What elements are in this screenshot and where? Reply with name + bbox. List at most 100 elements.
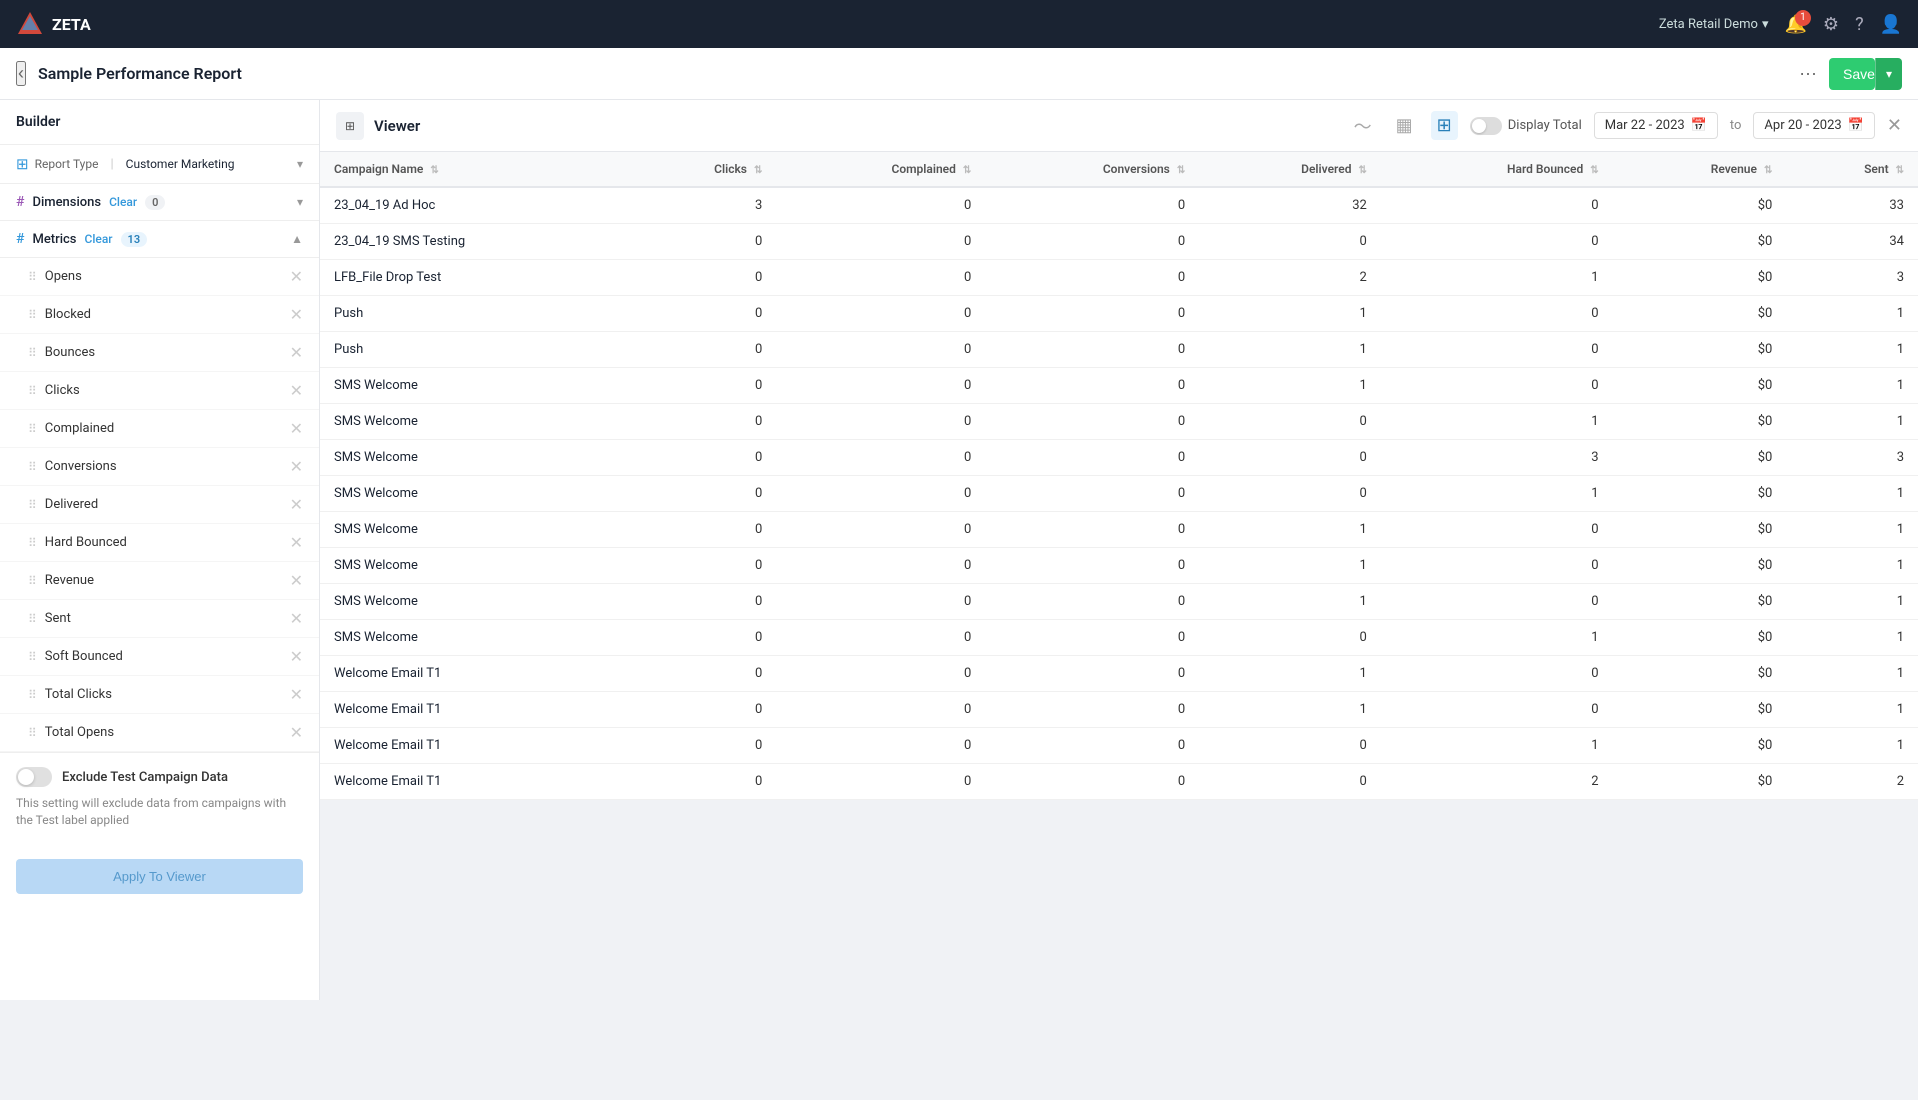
table-cell: 0 <box>776 656 985 692</box>
user-icon[interactable]: 👤 <box>1880 14 1902 35</box>
table-cell: $0 <box>1613 260 1787 296</box>
metric-item: ⠿ Complained ✕ <box>0 410 319 448</box>
table-cell: 0 <box>776 764 985 800</box>
table-cell: 0 <box>629 260 777 296</box>
table-cell: 0 <box>1199 440 1381 476</box>
remove-metric-button[interactable]: ✕ <box>290 343 303 362</box>
report-type-row[interactable]: ⊞ Report Type | Customer Marketing ▾ <box>0 145 319 184</box>
remove-metric-button[interactable]: ✕ <box>290 723 303 742</box>
table-cell: 33 <box>1786 187 1918 224</box>
calendar-icon-2: 📅 <box>1848 118 1864 133</box>
gear-icon[interactable]: ⚙ <box>1823 14 1839 35</box>
table-cell: 3 <box>629 187 777 224</box>
save-dropdown-button[interactable]: ▾ <box>1875 58 1902 90</box>
save-button[interactable]: Save <box>1829 58 1875 90</box>
remove-metric-button[interactable]: ✕ <box>290 267 303 286</box>
table-cell: 0 <box>1381 548 1613 584</box>
date-from-input[interactable]: Mar 22 - 2023 📅 <box>1594 112 1718 139</box>
metric-item: ⠿ Soft Bounced ✕ <box>0 638 319 676</box>
remove-metric-button[interactable]: ✕ <box>290 685 303 704</box>
table-column-header[interactable]: Revenue ⇅ <box>1613 152 1787 187</box>
table-cell: 32 <box>1199 187 1381 224</box>
table-column-header[interactable]: Delivered ⇅ <box>1199 152 1381 187</box>
remove-metric-button[interactable]: ✕ <box>290 419 303 438</box>
table-cell: 0 <box>1199 224 1381 260</box>
table-cell: 0 <box>985 260 1199 296</box>
display-total-toggle[interactable]: Display Total <box>1470 117 1582 135</box>
table-column-header[interactable]: Sent ⇅ <box>1786 152 1918 187</box>
table-column-header[interactable]: Conversions ⇅ <box>985 152 1199 187</box>
date-to-input[interactable]: Apr 20 - 2023 📅 <box>1753 112 1874 139</box>
table-cell: 1 <box>1786 476 1918 512</box>
table-cell: SMS Welcome <box>320 476 629 512</box>
table-view-button[interactable]: ⊞ <box>1431 111 1458 140</box>
viewer-table-wrap: Campaign Name ⇅Clicks ⇅Complained ⇅Conve… <box>320 152 1918 1000</box>
back-button[interactable]: ‹ <box>16 61 26 86</box>
dimensions-icon: # <box>16 194 24 210</box>
table-cell: $0 <box>1613 440 1787 476</box>
close-date-button[interactable]: ✕ <box>1887 115 1902 136</box>
table-row: SMS Welcome00001$01 <box>320 476 1918 512</box>
table-cell: Push <box>320 296 629 332</box>
sort-icon: ⇅ <box>430 165 438 176</box>
question-icon[interactable]: ? <box>1855 14 1864 35</box>
apply-to-viewer-button[interactable]: Apply To Viewer <box>16 859 303 894</box>
remove-metric-button[interactable]: ✕ <box>290 609 303 628</box>
metric-name: Total Clicks <box>45 687 290 702</box>
dimensions-clear-button[interactable]: Clear <box>109 195 137 209</box>
dimensions-count-badge: 0 <box>145 195 165 210</box>
table-cell: 1 <box>1199 368 1381 404</box>
builder-header: Builder <box>0 100 319 145</box>
table-cell: SMS Welcome <box>320 584 629 620</box>
table-column-header[interactable]: Hard Bounced ⇅ <box>1381 152 1613 187</box>
bar-chart-button[interactable]: ▦ <box>1390 111 1419 140</box>
table-cell: 0 <box>985 548 1199 584</box>
drag-handle-icon: ⠿ <box>28 422 37 436</box>
table-cell: Welcome Email T1 <box>320 692 629 728</box>
dimensions-section-header[interactable]: # Dimensions Clear 0 ▾ <box>0 184 319 221</box>
table-cell: 0 <box>1381 332 1613 368</box>
table-cell: Welcome Email T1 <box>320 656 629 692</box>
remove-metric-button[interactable]: ✕ <box>290 495 303 514</box>
table-column-header[interactable]: Clicks ⇅ <box>629 152 777 187</box>
remove-metric-button[interactable]: ✕ <box>290 305 303 324</box>
table-cell: SMS Welcome <box>320 440 629 476</box>
table-cell: 0 <box>985 584 1199 620</box>
table-cell: 0 <box>985 512 1199 548</box>
metric-name: Delivered <box>45 497 290 512</box>
remove-metric-button[interactable]: ✕ <box>290 457 303 476</box>
remove-metric-button[interactable]: ✕ <box>290 647 303 666</box>
remove-metric-button[interactable]: ✕ <box>290 381 303 400</box>
table-cell: 0 <box>985 620 1199 656</box>
line-chart-button[interactable]: 〜 <box>1348 109 1378 143</box>
metric-name: Revenue <box>45 573 290 588</box>
notification-bell[interactable]: 🔔 1 <box>1785 14 1807 35</box>
table-column-header[interactable]: Campaign Name ⇅ <box>320 152 629 187</box>
table-column-header[interactable]: Complained ⇅ <box>776 152 985 187</box>
table-cell: $0 <box>1613 476 1787 512</box>
table-cell: 0 <box>1199 764 1381 800</box>
metric-item: ⠿ Total Opens ✕ <box>0 714 319 752</box>
remove-metric-button[interactable]: ✕ <box>290 533 303 552</box>
table-row: SMS Welcome00001$01 <box>320 404 1918 440</box>
metrics-icon: # <box>16 231 24 247</box>
table-cell: 1 <box>1381 404 1613 440</box>
table-cell: 0 <box>629 224 777 260</box>
remove-metric-button[interactable]: ✕ <box>290 571 303 590</box>
metrics-list: ⠿ Opens ✕ ⠿ Blocked ✕ ⠿ Bounces ✕ ⠿ Clic… <box>0 258 319 752</box>
table-cell: $0 <box>1613 728 1787 764</box>
viewer-grid-icon[interactable]: ⊞ <box>336 112 364 140</box>
exclude-toggle[interactable] <box>16 767 52 787</box>
metrics-section-header[interactable]: # Metrics Clear 13 ▲ <box>0 221 319 258</box>
table-cell: 0 <box>776 728 985 764</box>
metrics-clear-button[interactable]: Clear <box>85 232 113 246</box>
table-cell: SMS Welcome <box>320 404 629 440</box>
table-cell: 0 <box>1381 224 1613 260</box>
table-cell: 1 <box>1786 656 1918 692</box>
org-selector[interactable]: Zeta Retail Demo ▾ <box>1659 17 1769 32</box>
more-options-button[interactable]: ··· <box>1795 59 1821 88</box>
display-total-switch[interactable] <box>1470 117 1502 135</box>
table-cell: 3 <box>1786 260 1918 296</box>
table-cell: $0 <box>1613 620 1787 656</box>
drag-handle-icon: ⠿ <box>28 612 37 626</box>
